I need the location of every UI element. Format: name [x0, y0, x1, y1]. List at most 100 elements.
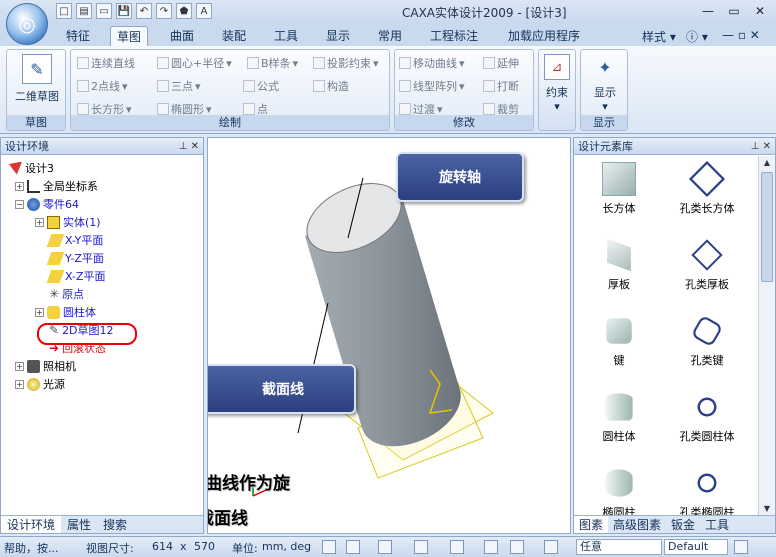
display-wand-icon: ✦: [598, 57, 612, 77]
three-point-tool[interactable]: 三点 ▾: [157, 78, 201, 94]
tab-library-tools[interactable]: 工具: [700, 516, 734, 533]
tree-view-icon[interactable]: [734, 540, 748, 554]
project-constraint-tool[interactable]: 投影约束 ▾: [313, 55, 379, 71]
expand-icon[interactable]: +: [35, 307, 44, 317]
camera-view-icon[interactable]: [450, 540, 464, 554]
tab-feature[interactable]: 特征: [60, 26, 96, 46]
axes-icon: [27, 179, 40, 193]
style-menu[interactable]: 样式 ▾: [642, 28, 676, 45]
construct-tool[interactable]: 构造: [313, 78, 349, 94]
tree-node-yz-plane[interactable]: Y-Z平面: [46, 249, 104, 267]
lib-item-hole-elliptic-cylinder[interactable]: 孔类椭圆柱: [662, 466, 752, 516]
lib-item-hole-key[interactable]: 孔类键: [662, 314, 752, 368]
tree-node-camera[interactable]: + 照相机: [15, 357, 76, 375]
extend-tool[interactable]: 延伸: [483, 55, 519, 71]
shading-icon[interactable]: [510, 540, 524, 554]
redo-button[interactable]: ↷: [156, 3, 172, 19]
expand-icon[interactable]: +: [15, 379, 24, 389]
hole-plate-icon: [691, 239, 723, 271]
render-mode-icon[interactable]: [484, 540, 498, 554]
scroll-up-icon[interactable]: ▲: [759, 156, 775, 170]
zoom-window-icon[interactable]: [346, 540, 360, 554]
tree-node-global-coords[interactable]: + 全局坐标系: [15, 177, 98, 195]
globe-icon[interactable]: [544, 540, 558, 554]
lib-item-hole-box[interactable]: 孔类长方体: [662, 160, 752, 216]
polyline-tool[interactable]: 连续直线: [77, 55, 135, 71]
new-file-button[interactable]: □: [56, 3, 72, 19]
close-button[interactable]: ✕: [748, 2, 772, 20]
tree-node-design3[interactable]: 设计3: [9, 159, 54, 177]
break-tool[interactable]: 打断: [483, 78, 519, 94]
tab-search[interactable]: 搜索: [97, 516, 133, 533]
lib-item-hole-cylinder[interactable]: 孔类圆柱体: [662, 390, 752, 444]
save-button[interactable]: 💾: [116, 3, 132, 19]
text-button[interactable]: A: [196, 3, 212, 19]
tab-assembly[interactable]: 装配: [216, 26, 252, 46]
tree-node-solid[interactable]: + 实体(1): [35, 213, 101, 231]
undo-button[interactable]: ↶: [136, 3, 152, 19]
constraint-button[interactable]: ⊿ 约束 ▾: [541, 54, 573, 113]
linear-array-tool[interactable]: 线型阵列 ▾: [399, 78, 465, 94]
view-width: 614: [152, 540, 173, 553]
panel-pin-close-icons[interactable]: ⊥ ✕: [751, 138, 771, 155]
library-scrollbar[interactable]: ▲ ▼: [758, 156, 775, 516]
expand-icon[interactable]: +: [15, 181, 24, 191]
lib-item-hole-plate[interactable]: 孔类厚板: [662, 238, 752, 292]
lib-item-key[interactable]: 键: [574, 314, 664, 368]
tab-advanced-primitives[interactable]: 高级图素: [608, 516, 666, 533]
open-button[interactable]: ▭: [96, 3, 112, 19]
tree-label: 圆柱体: [63, 306, 96, 319]
two-point-line-tool[interactable]: 2点线 ▾: [77, 78, 128, 94]
tree-node-origin[interactable]: ✳ 原点: [49, 285, 84, 303]
tab-properties[interactable]: 属性: [61, 516, 97, 533]
new-document-button[interactable]: ▤: [76, 3, 92, 19]
move-curve-tool[interactable]: 移动曲线 ▾: [399, 55, 465, 71]
tree-node-xy-plane[interactable]: X-Y平面: [46, 231, 103, 249]
tab-design-environment[interactable]: 设计环境: [1, 516, 62, 533]
tree-node-light[interactable]: + 光源: [15, 375, 65, 393]
zoom-icon[interactable]: [322, 540, 336, 554]
scroll-down-icon[interactable]: ▼: [759, 502, 775, 516]
tab-display[interactable]: 显示: [320, 26, 356, 46]
lib-item-cylinder[interactable]: 圆柱体: [574, 390, 664, 444]
orbit-icon[interactable]: [378, 540, 392, 554]
profile-select[interactable]: Default: [664, 539, 728, 555]
scroll-thumb[interactable]: [761, 172, 773, 282]
panel-pin-close-icons[interactable]: ⊥ ✕: [179, 138, 199, 155]
tab-sheet-metal[interactable]: 钣金: [666, 516, 700, 533]
ribbon-window-controls[interactable]: — ▫ ✕: [722, 28, 760, 42]
selection-filter-select[interactable]: 任意: [576, 539, 662, 555]
formula-tool[interactable]: 公式: [243, 78, 279, 94]
collapse-icon[interactable]: −: [15, 199, 24, 209]
tab-sketch[interactable]: 草图: [110, 26, 149, 46]
project-icon: [313, 57, 325, 69]
tab-tools[interactable]: 工具: [268, 26, 304, 46]
render-button[interactable]: ⬟: [176, 3, 192, 19]
bspline-tool[interactable]: B样条 ▾: [247, 55, 298, 71]
point-icon: [243, 103, 255, 115]
tab-surface[interactable]: 曲面: [164, 26, 200, 46]
lib-item-label: 长方体: [602, 202, 636, 215]
lib-item-box[interactable]: 长方体: [574, 162, 664, 216]
lib-item-elliptic-cylinder[interactable]: 椭圆柱: [574, 466, 664, 516]
expand-icon[interactable]: +: [15, 361, 24, 371]
tree-node-cylinder[interactable]: + 圆柱体: [35, 303, 96, 321]
circle-center-radius-tool[interactable]: 圆心+半径 ▾: [157, 55, 232, 71]
lib-item-plate[interactable]: 厚板: [574, 238, 664, 292]
3d-viewport[interactable]: 旋转轴 截面线 在此处我用草图曲线作为旋 转轴和截面线: [207, 137, 571, 534]
tab-addins[interactable]: 加载应用程序: [502, 26, 586, 46]
tab-primitives[interactable]: 图素: [574, 516, 609, 533]
view-cube-icon[interactable]: [414, 540, 428, 554]
tree-node-part64[interactable]: − 零件64: [15, 195, 79, 213]
tab-annotation[interactable]: 工程标注: [424, 26, 484, 46]
tree-node-xz-plane[interactable]: X-Z平面: [46, 267, 106, 285]
modify-group: 移动曲线 ▾ 延伸 线型阵列 ▾ 打断 过渡 ▾ 裁剪 修改: [394, 49, 534, 131]
tab-common[interactable]: 常用: [372, 26, 408, 46]
help-icon[interactable]: ⓘ ▾: [686, 28, 708, 45]
display-button[interactable]: ✦ 显示 ▾: [585, 54, 625, 114]
expand-icon[interactable]: +: [35, 217, 44, 227]
minimize-button[interactable]: —: [696, 2, 720, 20]
app-menu-button[interactable]: ◎: [6, 3, 48, 45]
2d-sketch-button[interactable]: ✎ 二维草图: [10, 54, 64, 104]
restore-button[interactable]: ▭: [722, 2, 746, 20]
